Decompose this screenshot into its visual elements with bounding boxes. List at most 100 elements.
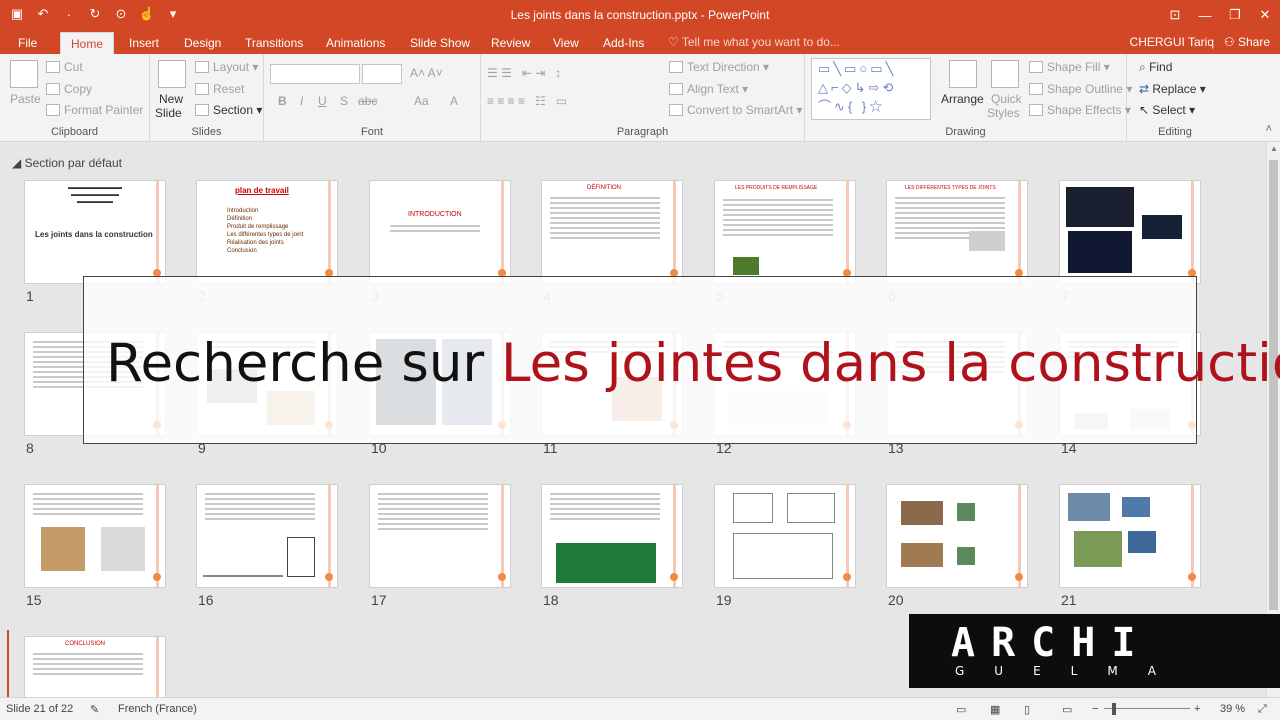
font-size-combo[interactable]	[362, 64, 402, 84]
new-slide-label-1[interactable]: New	[159, 92, 183, 106]
scroll-up-icon[interactable]: ▲	[1270, 144, 1278, 153]
slide-text-lines	[33, 653, 143, 678]
tab-slide-show[interactable]: Slide Show	[400, 32, 480, 54]
slide-counter[interactable]: Slide 21 of 22	[6, 703, 73, 715]
change-case-button[interactable]: Aa	[414, 94, 429, 108]
shadow-button[interactable]: S	[340, 94, 348, 108]
shape-effects-label: Shape Effects	[1047, 103, 1122, 117]
tab-file[interactable]: File	[8, 32, 47, 54]
slide2-items: Introduction Définition Produit de rempl…	[227, 207, 303, 255]
slide-thumbnail-5[interactable]: LES PRODUITS DE REMPLISSAGE	[714, 180, 856, 284]
minimize-icon[interactable]: —	[1190, 0, 1220, 30]
language-indicator[interactable]: French (France)	[118, 703, 197, 715]
paste-button[interactable]: Paste	[10, 92, 41, 106]
slide-thumbnail-18[interactable]	[541, 484, 683, 588]
slide-thumbnail-16[interactable]	[196, 484, 338, 588]
paste-icon[interactable]	[10, 60, 38, 88]
archi-guelma-logo: ARCHI GUELMA	[909, 614, 1280, 688]
quick-styles-label-1[interactable]: Quick	[991, 92, 1022, 106]
quick-styles-label-2[interactable]: Styles	[987, 106, 1020, 120]
arrange-icon[interactable]	[949, 60, 977, 88]
slide-thumbnail-1[interactable]: ▬▬▬▬▬▬▬▬▬ ▬▬▬▬▬▬▬▬ ▬▬▬▬▬▬ Les joints dans …	[24, 180, 166, 284]
tab-home[interactable]: Home	[60, 32, 115, 54]
slide-sorter-icon[interactable]: ▦	[990, 703, 1000, 716]
grow-font-icon[interactable]: A˄ A˅	[410, 66, 443, 80]
new-slide-icon[interactable]	[158, 60, 186, 88]
share-button[interactable]: ⚇ Share	[1224, 35, 1270, 49]
underline-button[interactable]: U	[318, 94, 327, 108]
slide-thumbnail-4[interactable]: DÉFINITION	[541, 180, 683, 284]
font-name-combo[interactable]	[270, 64, 360, 84]
zoom-out-icon[interactable]: −	[1092, 703, 1098, 715]
bullets-icon[interactable]: ☰ ☰ ⇤ ⇥ ↕	[487, 66, 561, 80]
tab-transitions[interactable]: Transitions	[235, 32, 313, 54]
close-icon[interactable]: ✕	[1250, 0, 1280, 30]
slide-thumbnail-20[interactable]	[886, 484, 1028, 588]
format-painter-button[interactable]: Format Painter	[46, 103, 143, 117]
section-header[interactable]: ◢ Section par défaut	[12, 156, 122, 170]
layout-button[interactable]: Layout ▾	[195, 60, 258, 74]
slide-thumbnail-17[interactable]	[369, 484, 511, 588]
convert-smartart-button[interactable]: Convert to SmartArt ▾	[669, 103, 802, 117]
align-text-button[interactable]: Align Text ▾	[669, 82, 748, 96]
select-button[interactable]: ↖ Select ▾	[1139, 103, 1195, 117]
tab-design[interactable]: Design	[174, 32, 231, 54]
text-direction-button[interactable]: Text Direction ▾	[669, 60, 769, 74]
slide-thumbnail-6[interactable]: LES DIFFÉRENTES TYPES DE JOINTS	[886, 180, 1028, 284]
normal-view-icon[interactable]: ▭	[956, 703, 966, 716]
new-slide-label-2[interactable]: Slide	[155, 106, 182, 120]
drawing-group: ▭╲▭○▭╲ △⌐◇↳⇨⟲ ⌒∿{ }☆ Arrange Quick Styles …	[805, 54, 1132, 142]
reset-button[interactable]: Reset	[195, 82, 244, 96]
zoom-level[interactable]: 39 %	[1220, 703, 1245, 715]
spelling-icon[interactable]: ✎	[90, 703, 99, 716]
section-button[interactable]: Section ▾	[195, 103, 262, 117]
slide-thumbnail-15[interactable]	[24, 484, 166, 588]
slide-dot	[1015, 573, 1023, 581]
slide-thumbnail-21[interactable]	[1059, 484, 1201, 588]
slide-thumbnail-2[interactable]: plan de travail Introduction Définition …	[196, 180, 338, 284]
reading-view-icon[interactable]: ▯	[1024, 703, 1030, 716]
slide-number: 18	[543, 592, 559, 608]
zoom-slider[interactable]	[1104, 708, 1190, 709]
shape-fill-button[interactable]: Shape Fill ▾	[1029, 60, 1110, 74]
tab-view[interactable]: View	[543, 32, 589, 54]
slide-thumbnail-7[interactable]	[1059, 180, 1201, 284]
tab-insert[interactable]: Insert	[119, 32, 169, 54]
align-icons[interactable]: ≡ ≡ ≡ ≡ ☷ ▭	[487, 94, 567, 108]
find-button[interactable]: ⌕ Find	[1139, 60, 1172, 75]
tab-animations[interactable]: Animations	[316, 32, 395, 54]
tell-me-search[interactable]: ♡ Tell me what you want to do...	[668, 35, 840, 49]
copy-button[interactable]: Copy	[46, 82, 92, 96]
copy-icon	[46, 83, 60, 95]
tab-review[interactable]: Review	[481, 32, 540, 54]
slide-thumbnail-3[interactable]: INTRODUCTION	[369, 180, 511, 284]
tab-add-ins[interactable]: Add-Ins	[593, 32, 654, 54]
window-title: Les joints dans la construction.pptx - P…	[510, 8, 770, 22]
italic-button[interactable]: I	[300, 94, 303, 108]
slide-number: 20	[888, 592, 904, 608]
title-banner: Recherche sur Les jointes dans la constr…	[83, 276, 1280, 444]
arrange-button[interactable]: Arrange	[941, 92, 984, 106]
slide-thumbnail-19[interactable]	[714, 484, 856, 588]
zoom-slider-thumb[interactable]	[1112, 703, 1116, 715]
copy-label: Copy	[64, 82, 93, 96]
collapse-ribbon-icon[interactable]: ˄	[1266, 123, 1272, 135]
bold-button[interactable]: B	[278, 94, 287, 108]
shape-effects-button[interactable]: Shape Effects ▾	[1029, 103, 1131, 117]
slide-number: 16	[198, 592, 214, 608]
user-name[interactable]: CHERGUI Tariq	[1130, 35, 1214, 49]
strikethrough-button[interactable]: abc	[358, 94, 377, 108]
shape-outline-button[interactable]: Shape Outline ▾	[1029, 82, 1132, 96]
cut-button[interactable]: Cut	[46, 60, 83, 74]
replace-button[interactable]: ⇄ Replace ▾	[1139, 82, 1206, 96]
slide3-title: INTRODUCTION	[408, 211, 462, 218]
slide2-item: Définition	[227, 216, 253, 222]
restore-icon[interactable]: ❐	[1220, 0, 1250, 30]
shapes-gallery[interactable]: ▭╲▭○▭╲ △⌐◇↳⇨⟲ ⌒∿{ }☆	[811, 58, 931, 120]
ribbon-display-icon[interactable]: ⊡	[1160, 0, 1190, 30]
slideshow-view-icon[interactable]: ▭	[1062, 703, 1072, 716]
quick-styles-icon[interactable]	[991, 60, 1019, 88]
fit-slide-icon[interactable]: ⤢	[1258, 703, 1267, 716]
font-color-button[interactable]: A	[450, 94, 458, 108]
zoom-in-icon[interactable]: +	[1194, 703, 1200, 715]
